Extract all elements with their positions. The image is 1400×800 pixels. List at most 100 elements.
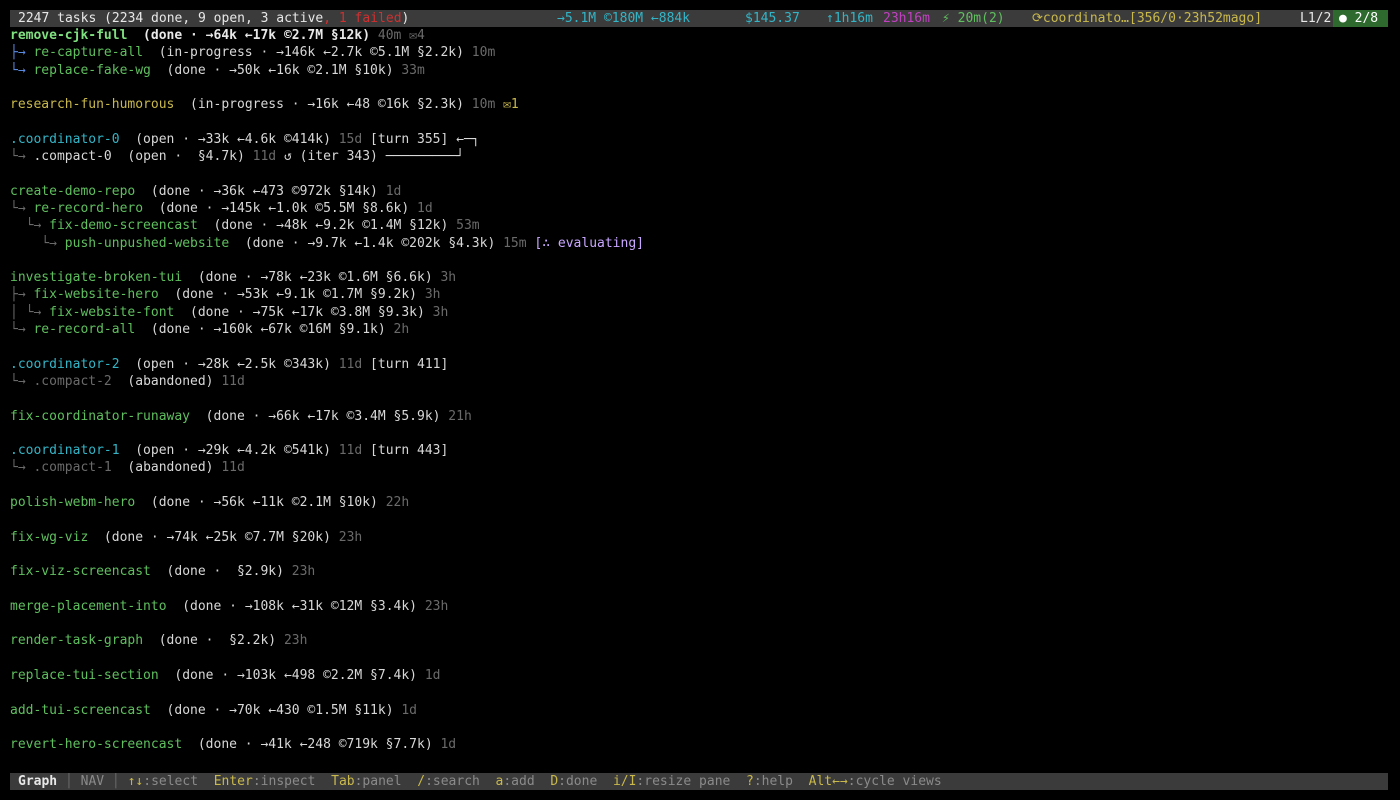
task-row[interactable]: └→ .compact-1 (abandoned) 11d [10,459,1390,476]
task-segment: │ └→ [10,304,50,320]
task-detail: 10m [463,45,496,61]
key-name: Enter [213,774,253,789]
task-segment: investigate-broken-tui [10,270,183,286]
nav-mode: NAV [80,774,105,789]
task-row[interactable]: └→ re-record-all (done · →160k ←67k ©16M… [10,321,1390,338]
task-detail: 1d [409,200,433,216]
task-segment: └→ [10,460,34,476]
task-detail: 3h [432,270,457,286]
task-detail: (done · →9.7k ←1.4k ©202k §4.3k) [229,235,496,251]
task-segment: render-task-graph [10,633,144,649]
task-segment: .coordinator-0 [10,131,120,147]
blank-row [10,477,1390,494]
task-detail: re-record-all [33,322,136,338]
task-detail: (done · →56k ←11k ©2.1M §10k) [135,495,378,511]
blank-row [10,615,1390,632]
task-detail: 53m [448,218,480,234]
task-row[interactable]: fix-coordinator-runaway (done · →66k ←17… [10,408,1390,425]
task-row[interactable]: .coordinator-0 (open · →33k ←4.6k ©414k)… [10,131,1390,148]
blank-row [10,79,1390,96]
task-detail: (done · →74k ←25k ©7.7M §20k) [88,529,331,545]
task-detail: 1d [393,702,418,718]
task-detail: (done · →48k ←9.2k ©1.4M §12k) [197,218,449,234]
task-segment: └→ [10,373,34,389]
task-detail: (in-progress · →146k ←2.7k ©5.1M §2.2k) [143,45,464,61]
task-detail: 15d [330,131,363,147]
task-row[interactable]: render-task-graph (done · §2.2k) 23h [10,632,1390,649]
task-row[interactable]: polish-webm-hero (done · →56k ←11k ©2.1M… [10,494,1390,511]
task-detail: .compact-2 [33,373,112,389]
task-segment: fix-wg-viz [10,529,89,545]
task-row[interactable]: research-fun-humorous (in-progress · →16… [10,96,1390,113]
key-label: :inspect [252,774,316,789]
view-mode[interactable]: Graph [18,774,57,789]
key-name: ↑↓ [127,774,144,789]
task-detail: 15m [495,235,527,251]
task-segment: └→ [10,322,34,338]
blank-row [10,252,1390,269]
task-row[interactable]: create-demo-repo (done · →36k ←473 ©972k… [10,183,1390,200]
task-segment: └→ [10,149,34,165]
task-segment: add-tui-screencast [10,702,151,718]
task-detail: 3h [424,304,449,320]
task-detail: 2h [385,322,410,338]
task-detail: (done · →75k ←17k ©3.8M §9.3k) [174,304,425,320]
task-detail: (done · →160k ←67k ©16M §9.1k) [135,322,386,338]
task-row[interactable]: merge-placement-into (done · →108k ←31k … [10,598,1390,615]
task-row[interactable]: │ └→ fix-website-font (done · →75k ←17k … [10,304,1390,321]
task-row[interactable]: └→ re-record-hero (done · →145k ←1.0k ©5… [10,200,1390,217]
task-detail: (done · →53k ←9.1k ©1.7M §9.2k) [158,287,417,303]
task-row[interactable]: .coordinator-2 (open · →28k ←2.5k ©343k)… [10,356,1390,373]
task-row[interactable]: ├→ re-capture-all (in-progress · →146k ←… [10,44,1390,61]
key-label: :cycle views [847,774,942,789]
blank-row [10,113,1390,130]
task-row[interactable]: fix-viz-screencast (done · §2.9k) 23h [10,563,1390,580]
task-detail: 11d [330,356,363,372]
task-segment: remove-cjk-full [10,28,128,43]
task-detail: 23h [283,564,316,580]
task-detail: fix-website-hero [33,287,159,303]
task-detail: 11d [213,373,245,389]
task-row[interactable]: └→ replace-fake-wg (done · →50k ←16k ©2.… [10,62,1390,79]
task-row[interactable]: add-tui-screencast (done · →70k ←430 ©1.… [10,702,1390,719]
task-detail: .compact-1 [33,460,112,476]
task-row[interactable]: └→ push-unpushed-website (done · →9.7k ←… [10,235,1390,252]
task-detail: 23h [276,633,308,649]
task-detail: (done · →145k ←1.0k ©5.5M §8.6k) [143,200,410,216]
key-name: ? [746,774,754,789]
blank-row [10,165,1390,182]
task-detail: 33m [393,62,425,78]
task-row[interactable]: └→ fix-demo-screencast (done · →48k ←9.2… [10,217,1390,234]
blank-row [10,546,1390,563]
uptime: ↑1h16m [826,11,873,26]
task-detail: 22h [377,495,410,511]
task-segment: create-demo-repo [10,183,136,199]
task-detail: (done · §2.9k) [150,564,284,580]
key-label: :select [143,774,199,789]
coordinator-status[interactable]: ⟳coordinato…[356/0·23h52mago] [1032,10,1262,27]
keybinding: Alt←→:cycle views [809,774,942,789]
task-row[interactable]: remove-cjk-full (done · →64k ←17k ©2.7M … [10,27,1390,44]
task-detail: 23h [417,598,449,614]
keybinding: /:search [417,774,480,789]
task-row[interactable]: .coordinator-1 (open · →29k ←4.2k ©541k)… [10,442,1390,459]
active-agents: ⚡ 20m(2) [942,11,1005,26]
task-row[interactable]: investigate-broken-tui (done · →78k ←23k… [10,269,1390,286]
task-detail: (done · →41k ←248 ©719k §7.7k) [182,737,433,753]
task-segment: ├→ [10,287,34,303]
task-graph[interactable]: remove-cjk-full (done · →64k ←17k ©2.7M … [10,27,1390,753]
blank-row [10,390,1390,407]
task-row[interactable]: replace-tui-section (done · →103k ←498 ©… [10,667,1390,684]
key-label: :resize pane [636,774,731,789]
keybinding: Tab:panel [331,774,401,789]
task-detail: .compact-0 [33,149,112,165]
agent-count-badge: ● 2/8 [1333,10,1388,27]
task-row[interactable]: ├→ fix-website-hero (done · →53k ←9.1k ©… [10,286,1390,303]
task-row[interactable]: fix-wg-viz (done · →74k ←25k ©7.7M §20k)… [10,529,1390,546]
task-row[interactable]: └→ .compact-0 (open · §4.7k) 11d ↺ (iter… [10,148,1390,165]
task-row[interactable]: revert-hero-screencast (done · →41k ←248… [10,736,1390,753]
task-detail: fix-demo-screencast [49,218,198,234]
task-detail: 21h [440,408,472,424]
idle-time: 23h16m [883,11,930,26]
task-row[interactable]: └→ .compact-2 (abandoned) 11d [10,373,1390,390]
